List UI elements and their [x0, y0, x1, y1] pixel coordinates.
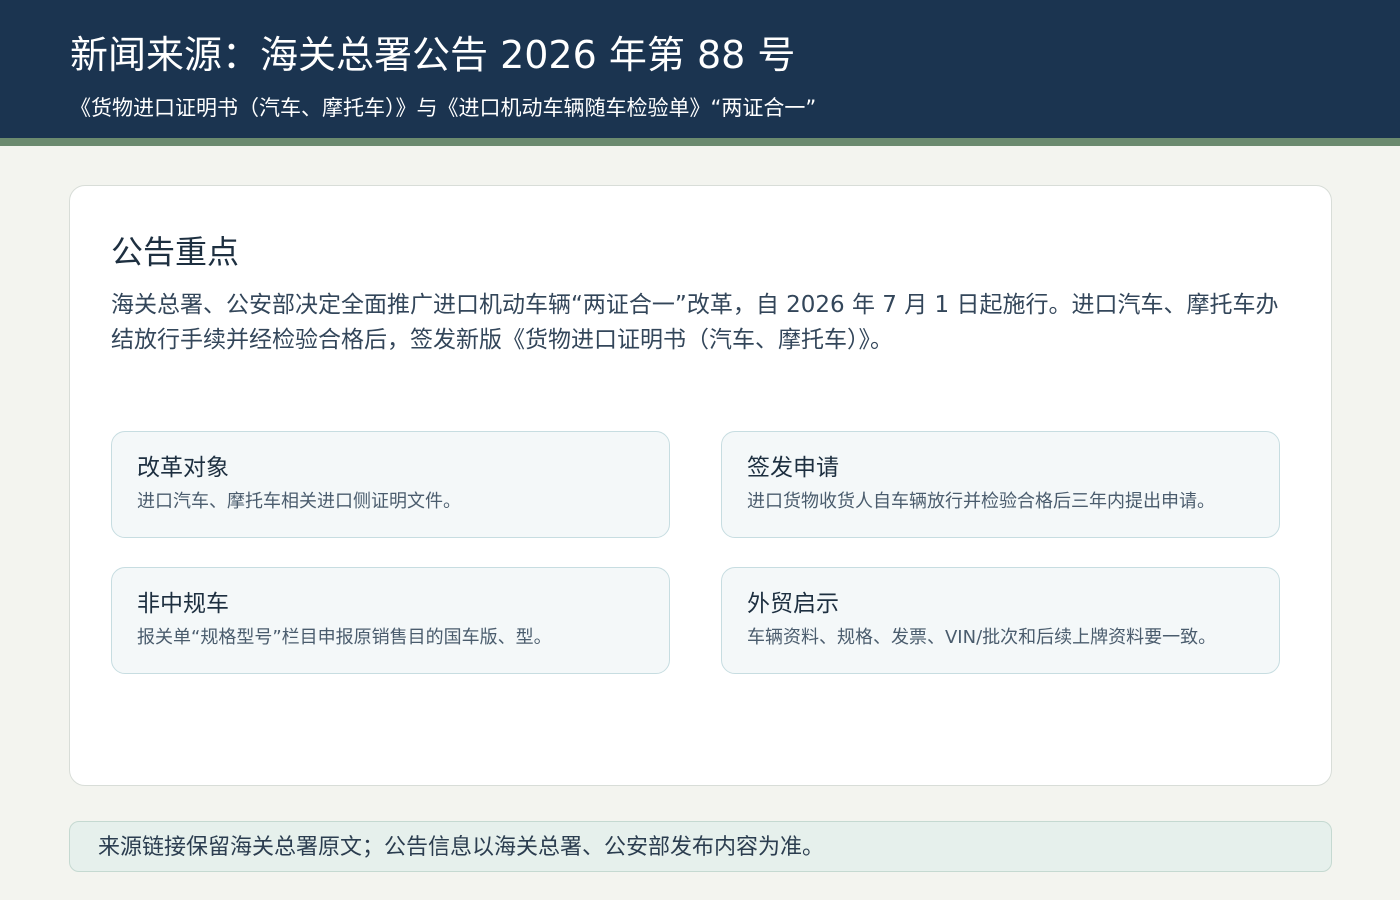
info-card-reform-target: 改革对象 进口汽车、摩托车相关进口侧证明文件。	[111, 431, 670, 538]
info-card-description: 车辆资料、规格、发票、VIN/批次和后续上牌资料要一致。	[747, 627, 1217, 648]
info-card-description: 进口汽车、摩托车相关进口侧证明文件。	[137, 491, 461, 512]
info-card-title: 非中规车	[137, 591, 229, 617]
header-accent-stripe	[0, 138, 1400, 146]
source-note-text: 来源链接保留海关总署原文；公告信息以海关总署、公安部发布内容为准。	[98, 835, 825, 860]
info-card-description: 报关单“规格型号”栏目申报原销售目的国车版、型。	[137, 627, 552, 648]
info-card-title: 签发申请	[747, 455, 839, 481]
info-card-description: 进口货物收货人自车辆放行并检验合格后三年内提出申请。	[747, 491, 1215, 512]
page-subtitle: 《货物进口证明书（汽车、摩托车）》与《进口机动车辆随车检验单》“两证合一”	[70, 96, 817, 120]
info-card-non-china-spec: 非中规车 报关单“规格型号”栏目申报原销售目的国车版、型。	[111, 567, 670, 674]
info-card-title: 外贸启示	[747, 591, 839, 617]
info-card-issuance: 签发申请 进口货物收货人自车辆放行并检验合格后三年内提出申请。	[721, 431, 1280, 538]
page-title: 新闻来源：海关总署公告 2026 年第 88 号	[70, 33, 796, 77]
source-note: 来源链接保留海关总署原文；公告信息以海关总署、公安部发布内容为准。	[69, 821, 1332, 872]
announcement-card: 公告重点 海关总署、公安部决定全面推广进口机动车辆“两证合一”改革，自 2026…	[69, 185, 1332, 786]
section-title: 公告重点	[111, 233, 240, 271]
section-summary: 海关总署、公安部决定全面推广进口机动车辆“两证合一”改革，自 2026 年 7 …	[111, 292, 1279, 353]
page-header: 新闻来源：海关总署公告 2026 年第 88 号 《货物进口证明书（汽车、摩托车…	[0, 0, 1400, 138]
info-card-title: 改革对象	[137, 455, 229, 481]
info-card-trade-insight: 外贸启示 车辆资料、规格、发票、VIN/批次和后续上牌资料要一致。	[721, 567, 1280, 674]
